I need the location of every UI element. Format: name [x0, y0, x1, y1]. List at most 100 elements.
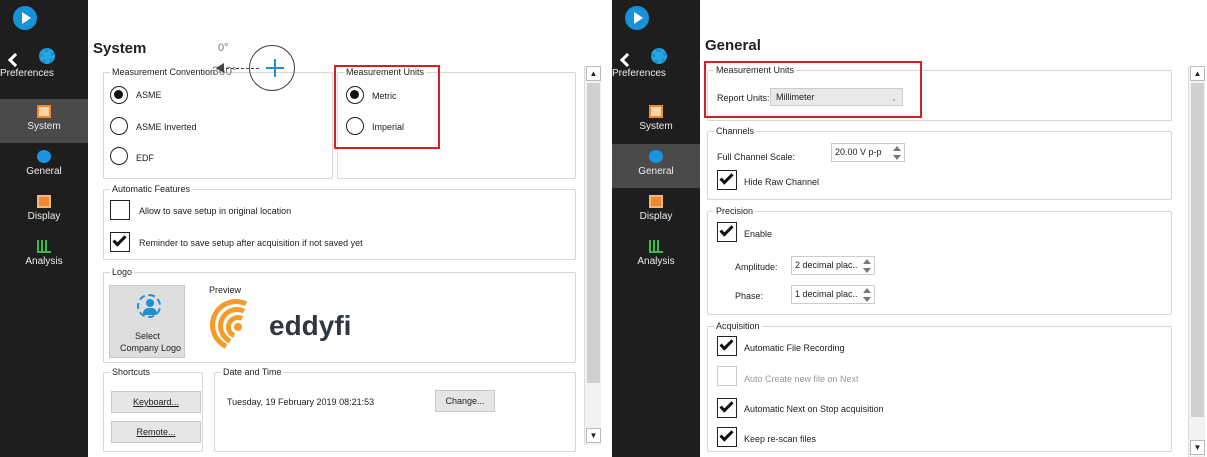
channels-group: Channels	[707, 126, 1172, 200]
imperial-radio[interactable]	[346, 117, 364, 135]
select-company-logo-button[interactable]: Select Company Logo	[109, 285, 185, 358]
page-title: General	[705, 37, 761, 54]
preferences-gear-icon	[651, 48, 667, 64]
asme-inverted-radio-label: ASME Inverted	[136, 122, 197, 132]
info-icon	[37, 150, 51, 163]
automatic-next-stop-label: Automatic Next on Stop acquisition	[744, 404, 884, 414]
scroll-up-button[interactable]: ▲	[586, 66, 601, 81]
app-logo-icon	[625, 6, 649, 30]
plus-icon-vertical	[274, 59, 276, 77]
select-logo-label-line-2: Company Logo	[120, 343, 182, 353]
keep-rescan-files-checkbox[interactable]	[717, 427, 737, 447]
measurement-convention-diagram: 0° 360°	[196, 37, 331, 97]
back-icon[interactable]	[7, 52, 23, 68]
right-scrollbar[interactable]: ▲ ▼	[1188, 66, 1205, 457]
right-sidebar: Preferences System General Display Analy…	[612, 0, 700, 457]
info-icon	[649, 150, 663, 163]
measurement-units-highlight	[334, 65, 440, 149]
sidebar-item-label: Display	[639, 211, 673, 222]
precision-enable-label: Enable	[744, 229, 773, 239]
app-logo-icon	[13, 6, 37, 30]
save-setup-original-location-checkbox[interactable]	[110, 200, 130, 220]
page-title: System	[93, 40, 147, 57]
back-icon[interactable]	[619, 52, 635, 68]
scroll-thumb[interactable]	[587, 83, 600, 383]
sidebar-item-analysis[interactable]: Analysis	[0, 234, 88, 278]
metric-radio[interactable]	[346, 86, 364, 104]
zero-degree-label: 0°	[218, 42, 229, 54]
stepper-arrows-icon[interactable]	[863, 288, 871, 302]
amplitude-precision-stepper[interactable]: 2 decimal plac..	[791, 256, 875, 275]
phase-precision-stepper[interactable]: 1 decimal plac..	[791, 285, 875, 304]
amplitude-label: Amplitude:	[735, 262, 778, 272]
amplitude-precision-value: 2 decimal plac..	[795, 260, 858, 270]
system-icon	[649, 105, 663, 118]
automatic-file-recording-checkbox[interactable]	[717, 336, 737, 356]
phase-label: Phase:	[735, 291, 764, 301]
general-settings-content: General Measurement Units Report Units: …	[700, 0, 1207, 457]
group-legend: Precision	[714, 206, 756, 216]
scroll-thumb[interactable]	[1191, 83, 1204, 417]
sidebar-item-display[interactable]: Display	[612, 189, 700, 233]
sidebar-item-system[interactable]: System	[0, 99, 88, 143]
group-legend: Acquisition	[714, 321, 762, 331]
full-channel-scale-value: 20.00 V p-p	[835, 147, 882, 157]
report-units-selected-value: Millimeter	[776, 92, 815, 102]
preferences-gear-icon	[39, 48, 55, 64]
save-reminder-checkbox[interactable]	[110, 232, 130, 252]
keep-rescan-files-label: Keep re-scan files	[744, 434, 817, 444]
select-logo-label-line-1: Select	[135, 331, 161, 341]
system-icon	[37, 105, 51, 118]
left-scrollbar[interactable]: ▲ ▼	[584, 66, 601, 445]
stepper-arrows-icon[interactable]	[863, 259, 871, 273]
display-icon	[37, 195, 51, 208]
asme-radio[interactable]	[110, 86, 128, 104]
checkmark-icon	[719, 398, 734, 413]
edf-radio-label: EDF	[136, 153, 154, 163]
scroll-up-button[interactable]: ▲	[1190, 66, 1205, 81]
user-avatar-icon	[137, 294, 161, 318]
display-icon	[649, 195, 663, 208]
scroll-down-button[interactable]: ▼	[586, 428, 601, 443]
date-time-group: Date and Time	[214, 367, 576, 452]
sidebar-item-analysis[interactable]: Analysis	[612, 234, 700, 278]
sidebar-item-general[interactable]: General	[0, 144, 88, 188]
full-channel-scale-label: Full Channel Scale:	[717, 152, 796, 162]
imperial-radio-label: Imperial	[372, 122, 405, 132]
eddyfi-logo-text: eddyfi	[269, 310, 352, 341]
keyboard-shortcuts-button[interactable]: Keyboard...	[111, 391, 201, 413]
change-date-time-button[interactable]: Change...	[435, 390, 495, 412]
asme-radio-label: ASME	[136, 90, 162, 100]
stepper-arrows-icon[interactable]	[893, 146, 901, 160]
full-channel-scale-stepper[interactable]: 20.00 V p-p	[831, 143, 905, 162]
hide-raw-channel-label: Hide Raw Channel	[744, 177, 820, 187]
left-preferences-panel: Preferences System General Display Analy…	[0, 0, 603, 457]
sidebar-item-general[interactable]: General	[612, 144, 700, 188]
group-legend: Logo	[110, 267, 135, 277]
checkmark-icon	[719, 427, 734, 442]
left-sidebar: Preferences System General Display Analy…	[0, 0, 88, 457]
automatic-file-recording-label: Automatic File Recording	[744, 343, 845, 353]
group-legend: Automatic Features	[110, 184, 193, 194]
report-units-select[interactable]: Millimeter ⌄	[770, 88, 903, 106]
automatic-features-group: Automatic Features	[103, 184, 576, 260]
arrow-icon	[216, 63, 224, 73]
sidebar-item-label: General	[638, 166, 674, 177]
edf-radio[interactable]	[110, 147, 128, 165]
scroll-down-button[interactable]: ▼	[1190, 440, 1205, 455]
asme-inverted-radio[interactable]	[110, 117, 128, 135]
sidebar-item-label: Analysis	[637, 256, 675, 267]
phase-precision-value: 1 decimal plac..	[795, 289, 858, 299]
sidebar-item-system[interactable]: System	[612, 99, 700, 143]
precision-enable-checkbox[interactable]	[717, 222, 737, 242]
remote-shortcuts-button[interactable]: Remote...	[111, 421, 201, 443]
save-reminder-label: Reminder to save setup after acquisition…	[139, 238, 363, 248]
checkmark-icon	[719, 336, 734, 351]
system-settings-content: System Measurement Convention ASME ASME …	[88, 0, 603, 457]
automatic-next-stop-checkbox[interactable]	[717, 398, 737, 418]
hide-raw-channel-checkbox[interactable]	[717, 170, 737, 190]
auto-create-new-file-label: Auto Create new file on Next	[744, 374, 859, 384]
sidebar-item-label: System	[639, 121, 673, 132]
checkmark-icon	[112, 232, 127, 247]
sidebar-item-display[interactable]: Display	[0, 189, 88, 233]
